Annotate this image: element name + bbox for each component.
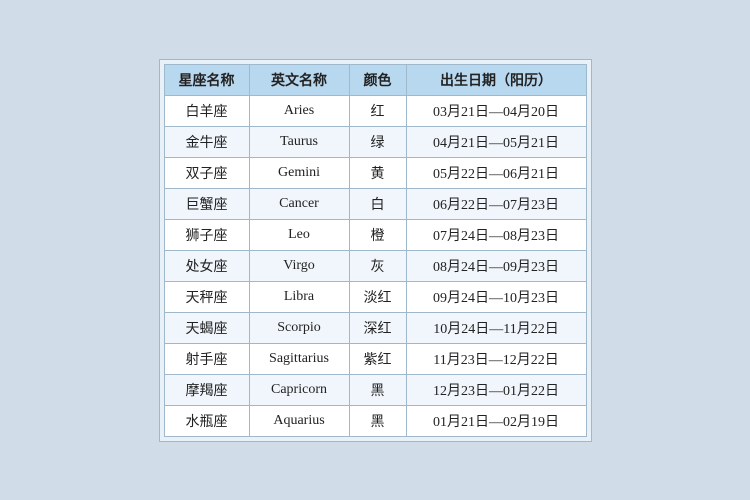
cell-english: Aries bbox=[249, 95, 349, 126]
cell-chinese: 狮子座 bbox=[164, 219, 249, 250]
table-row: 处女座Virgo灰08月24日—09月23日 bbox=[164, 250, 586, 281]
cell-chinese: 摩羯座 bbox=[164, 374, 249, 405]
header-english: 英文名称 bbox=[249, 64, 349, 95]
cell-chinese: 巨蟹座 bbox=[164, 188, 249, 219]
table-row: 天蝎座Scorpio深红10月24日—11月22日 bbox=[164, 312, 586, 343]
cell-color: 深红 bbox=[349, 312, 406, 343]
cell-english: Leo bbox=[249, 219, 349, 250]
cell-english: Taurus bbox=[249, 126, 349, 157]
cell-chinese: 双子座 bbox=[164, 157, 249, 188]
cell-color: 黑 bbox=[349, 405, 406, 436]
zodiac-table: 星座名称 英文名称 颜色 出生日期（阳历） 白羊座Aries红03月21日—04… bbox=[164, 64, 587, 437]
cell-date: 08月24日—09月23日 bbox=[406, 250, 586, 281]
zodiac-table-container: 星座名称 英文名称 颜色 出生日期（阳历） 白羊座Aries红03月21日—04… bbox=[159, 59, 592, 442]
table-row: 白羊座Aries红03月21日—04月20日 bbox=[164, 95, 586, 126]
cell-chinese: 处女座 bbox=[164, 250, 249, 281]
table-row: 水瓶座Aquarius黑01月21日—02月19日 bbox=[164, 405, 586, 436]
cell-chinese: 射手座 bbox=[164, 343, 249, 374]
cell-english: Cancer bbox=[249, 188, 349, 219]
table-row: 巨蟹座Cancer白06月22日—07月23日 bbox=[164, 188, 586, 219]
header-date: 出生日期（阳历） bbox=[406, 64, 586, 95]
cell-english: Scorpio bbox=[249, 312, 349, 343]
header-chinese: 星座名称 bbox=[164, 64, 249, 95]
cell-date: 09月24日—10月23日 bbox=[406, 281, 586, 312]
cell-date: 07月24日—08月23日 bbox=[406, 219, 586, 250]
header-color: 颜色 bbox=[349, 64, 406, 95]
cell-date: 04月21日—05月21日 bbox=[406, 126, 586, 157]
cell-english: Gemini bbox=[249, 157, 349, 188]
cell-english: Sagittarius bbox=[249, 343, 349, 374]
cell-date: 03月21日—04月20日 bbox=[406, 95, 586, 126]
table-row: 摩羯座Capricorn黑12月23日—01月22日 bbox=[164, 374, 586, 405]
cell-chinese: 天秤座 bbox=[164, 281, 249, 312]
cell-chinese: 天蝎座 bbox=[164, 312, 249, 343]
table-row: 双子座Gemini黄05月22日—06月21日 bbox=[164, 157, 586, 188]
cell-date: 05月22日—06月21日 bbox=[406, 157, 586, 188]
table-header-row: 星座名称 英文名称 颜色 出生日期（阳历） bbox=[164, 64, 586, 95]
cell-english: Capricorn bbox=[249, 374, 349, 405]
cell-color: 淡红 bbox=[349, 281, 406, 312]
cell-color: 黑 bbox=[349, 374, 406, 405]
cell-color: 灰 bbox=[349, 250, 406, 281]
table-row: 天秤座Libra淡红09月24日—10月23日 bbox=[164, 281, 586, 312]
cell-english: Virgo bbox=[249, 250, 349, 281]
cell-date: 10月24日—11月22日 bbox=[406, 312, 586, 343]
cell-date: 12月23日—01月22日 bbox=[406, 374, 586, 405]
cell-chinese: 白羊座 bbox=[164, 95, 249, 126]
table-row: 金牛座Taurus绿04月21日—05月21日 bbox=[164, 126, 586, 157]
cell-color: 绿 bbox=[349, 126, 406, 157]
cell-color: 白 bbox=[349, 188, 406, 219]
cell-date: 06月22日—07月23日 bbox=[406, 188, 586, 219]
cell-color: 红 bbox=[349, 95, 406, 126]
cell-date: 01月21日—02月19日 bbox=[406, 405, 586, 436]
table-row: 射手座Sagittarius紫红11月23日—12月22日 bbox=[164, 343, 586, 374]
cell-color: 黄 bbox=[349, 157, 406, 188]
cell-english: Libra bbox=[249, 281, 349, 312]
cell-english: Aquarius bbox=[249, 405, 349, 436]
table-row: 狮子座Leo橙07月24日—08月23日 bbox=[164, 219, 586, 250]
cell-chinese: 金牛座 bbox=[164, 126, 249, 157]
cell-chinese: 水瓶座 bbox=[164, 405, 249, 436]
cell-color: 橙 bbox=[349, 219, 406, 250]
cell-color: 紫红 bbox=[349, 343, 406, 374]
cell-date: 11月23日—12月22日 bbox=[406, 343, 586, 374]
